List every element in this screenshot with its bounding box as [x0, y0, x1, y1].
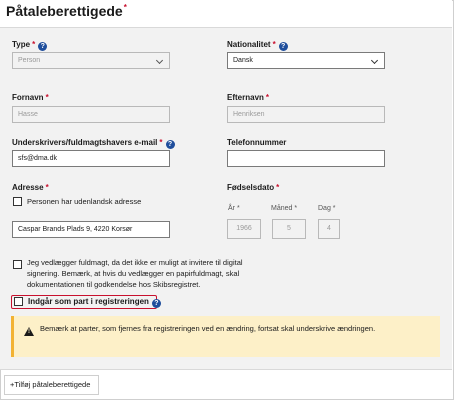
required-marker: *: [45, 183, 49, 192]
email-input[interactable]: sfs@dma.dk: [12, 150, 170, 167]
party-label-text: Indgår som part i registreringen: [28, 297, 149, 306]
add-party-button[interactable]: +Tilføj påtaleberettigede: [4, 375, 99, 395]
power-of-attorney-checkbox[interactable]: [13, 260, 22, 269]
help-icon[interactable]: ?: [151, 299, 161, 308]
year-label: År *: [228, 205, 240, 212]
required-marker: *: [159, 138, 163, 147]
birthdate-label-text: Fødselsdato: [227, 183, 275, 192]
foreign-address-checkbox[interactable]: [13, 197, 22, 206]
type-label-text: Type: [12, 40, 31, 49]
address-label-text: Adresse: [12, 183, 44, 192]
nationality-label: Nationalitet *?: [227, 40, 288, 51]
required-marker: *: [32, 40, 36, 49]
first-name-label-text: Fornavn: [12, 93, 44, 102]
power-of-attorney-text: Jeg vedlægger fuldmagt, da det ikke er m…: [27, 258, 243, 289]
last-name-value: Henriksen: [233, 111, 265, 118]
day-label: Dag *: [318, 205, 336, 212]
day-label-text: Dag: [318, 205, 331, 212]
email-label-text: Underskrivers/fuldmagtshavers e-mail: [12, 138, 158, 147]
nationality-label-text: Nationalitet: [227, 40, 271, 49]
help-icon[interactable]: ?: [38, 42, 48, 51]
type-select-value: Person: [18, 57, 41, 64]
email-label: Underskrivers/fuldmagtshavers e-mail *?: [12, 138, 175, 149]
party-label: Indgår som part i registreringen?: [28, 297, 161, 308]
section-header: Påtaleberettigede*: [0, 0, 452, 27]
help-icon[interactable]: ?: [278, 42, 288, 51]
chevron-down-icon: [155, 56, 164, 65]
address-label: Adresse *: [12, 183, 49, 192]
birth-day-input[interactable]: 4: [318, 219, 340, 239]
phone-label-text: Telefonnummer: [227, 138, 287, 147]
type-label: Type *?: [12, 40, 48, 51]
required-marker: *: [45, 93, 49, 102]
chevron-down-icon: [370, 56, 379, 65]
birth-month-input[interactable]: 5: [272, 219, 306, 239]
phone-label: Telefonnummer: [227, 138, 286, 147]
required-marker: *: [272, 40, 276, 49]
required-marker: *: [236, 205, 240, 212]
required-marker: *: [294, 205, 298, 212]
birth-month-value: 5: [287, 225, 291, 232]
party-checkbox[interactable]: [14, 297, 23, 306]
warning-text: Bemærk at parter, som fjernes fra regist…: [40, 324, 376, 333]
address-input[interactable]: Caspar Brands Plads 9, 4220 Korsør: [12, 221, 170, 238]
address-value: Caspar Brands Plads 9, 4220 Korsør: [18, 226, 133, 233]
birthdate-label: Fødselsdato *: [227, 183, 279, 192]
warning-box: ! Bemærk at parter, som fjernes fra regi…: [11, 316, 440, 357]
first-name-value: Hasse: [18, 111, 38, 118]
required-marker: *: [123, 3, 127, 12]
type-select[interactable]: Person: [12, 52, 170, 69]
email-value: sfs@dma.dk: [18, 155, 58, 162]
month-label: Måned *: [271, 205, 297, 212]
first-name-label: Fornavn *: [12, 93, 49, 102]
required-marker: *: [265, 93, 270, 102]
last-name-label: Efternavn *: [227, 93, 269, 102]
phone-input[interactable]: [227, 150, 385, 167]
required-marker: *: [276, 183, 280, 192]
foreign-address-label: Personen har udenlandsk adresse: [27, 197, 142, 206]
required-marker: *: [332, 205, 336, 212]
birth-year-value: 1966: [236, 225, 252, 232]
nationality-select-value: Dansk: [233, 57, 253, 64]
birth-day-value: 4: [327, 225, 331, 232]
last-name-input[interactable]: Henriksen: [227, 106, 385, 123]
birth-year-input[interactable]: 1966: [227, 219, 261, 239]
page-title-text: Påtaleberettigede: [6, 3, 123, 19]
month-label-text: Måned: [271, 205, 293, 212]
year-label-text: År: [228, 205, 235, 212]
warning-icon: !: [24, 327, 34, 336]
first-name-input[interactable]: Hasse: [12, 106, 170, 123]
last-name-label-text: Efternavn: [227, 93, 264, 102]
page-title: Påtaleberettigede*: [6, 3, 127, 19]
warning-icon-glyph: !: [28, 329, 30, 335]
nationality-select[interactable]: Dansk: [227, 52, 385, 69]
help-icon[interactable]: ?: [165, 140, 175, 149]
